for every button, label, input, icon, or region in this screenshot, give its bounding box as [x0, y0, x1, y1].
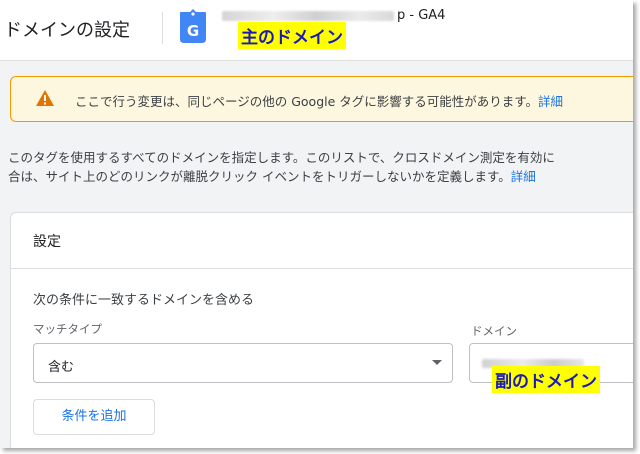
alert-details-link[interactable]: 詳細	[538, 94, 563, 109]
description-details-link[interactable]: 詳細	[511, 169, 536, 184]
match-type-label: マッチタイプ	[33, 322, 102, 336]
redacted-property-name	[222, 10, 394, 21]
match-type-value: 含む	[48, 360, 75, 375]
header-divider	[162, 12, 163, 44]
domain-label: ドメイン	[471, 324, 517, 338]
description-line-2-text: 合は、サイト上のどのリンクが離脱クリック イベントをトリガーしないかを定義します…	[8, 169, 511, 184]
page-title: ドメインの設定	[4, 20, 130, 41]
warning-alert: ここで行う変更は、同じページの他の Google タグに影響する可能性があります…	[10, 76, 633, 122]
settings-title: 設定	[33, 234, 61, 250]
description-line-1: このタグを使用するすべてのドメインを指定します。このリストで、クロスドメイン測定…	[8, 150, 555, 165]
condition-label: 次の条件に一致するドメインを含める	[33, 293, 255, 308]
add-condition-button[interactable]: 条件を追加	[33, 399, 155, 435]
annotation-sub-domain: 副のドメイン	[492, 366, 600, 393]
property-suffix: p - GA4	[397, 8, 446, 23]
settings-card: 設定 次の条件に一致するドメインを含める マッチタイプ ドメイン 含む 条件を追…	[10, 212, 633, 448]
tag-letter: G	[187, 22, 199, 40]
app-frame: ドメインの設定 G p - GA4 主のドメイン ここで行う変更は、同じページの…	[0, 0, 633, 448]
annotation-main-domain: 主のドメイン	[238, 22, 346, 49]
description-line-2: 合は、サイト上のどのリンクが離脱クリック イベントをトリガーしないかを定義します…	[8, 167, 555, 186]
card-divider	[11, 268, 633, 269]
warning-icon	[36, 90, 54, 106]
match-type-select[interactable]: 含む	[33, 343, 453, 383]
description: このタグを使用するすべてのドメインを指定します。このリストで、クロスドメイン測定…	[8, 148, 555, 186]
property-name: p - GA4	[222, 8, 445, 23]
alert-text: ここで行う変更は、同じページの他の Google タグに影響する可能性があります…	[75, 94, 539, 109]
dropdown-arrow-icon	[432, 360, 442, 365]
alert-message: ここで行う変更は、同じページの他の Google タグに影響する可能性があります…	[75, 91, 563, 110]
google-tag-icon: G	[180, 9, 206, 43]
